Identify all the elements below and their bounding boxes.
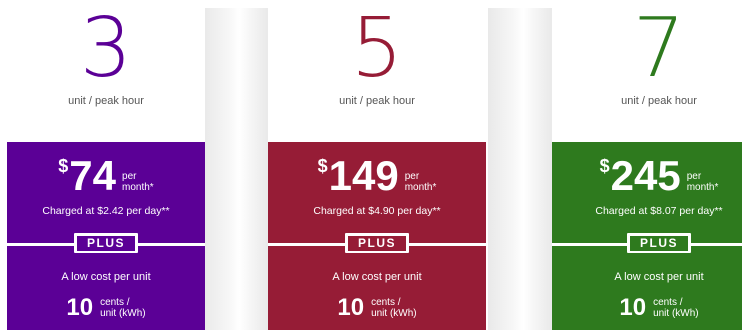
unit-rate-unit: cents / unit (kWh) [653,297,699,319]
price-period-line2: month* [686,182,719,193]
column-gap-right [488,8,552,330]
price-row: $ 245 per month* [552,154,742,198]
unit-label: unit / peak hour [339,95,415,107]
unit-rate-row: 10 cents / unit (kWh) [7,294,205,322]
price-amount: 245 [610,152,681,199]
pricing-card-7-unit: 7 unit / peak hour $ 245 per month* Char… [552,0,742,330]
low-cost-text: A low cost per unit [614,271,704,283]
daily-charge: Charged at $8.07 per day** [595,205,723,217]
unit-rate-unit-line2: unit (kWh) [371,308,417,319]
price-period-line1: per [686,171,702,182]
card-header: 3 unit / peak hour [7,0,205,142]
plus-badge-label: PLUS [77,235,135,251]
low-cost-text: A low cost per unit [61,271,151,283]
daily-charge: Charged at $2.42 per day** [42,205,170,217]
unit-rate-unit-line2: unit (kWh) [653,308,699,319]
card-body: $ 149 per month* Charged at $4.90 per da… [268,142,486,330]
unit-rate-unit-line1: cents / [100,297,130,308]
unit-rate-value: 10 [337,294,365,321]
unit-rate-unit: cents / unit (kWh) [100,297,146,319]
plus-badge-label: PLUS [630,235,688,251]
currency-symbol: $ [58,156,69,176]
card-header: 5 unit / peak hour [268,0,486,142]
plus-badge: PLUS [74,233,138,253]
card-body: $ 245 per month* Charged at $8.07 per da… [552,142,742,330]
card-header: 7 unit / peak hour [552,0,742,142]
unit-count: 7 [632,1,686,96]
price-period: per month* [122,171,154,193]
price-row: $ 149 per month* [268,154,486,198]
unit-label: unit / peak hour [68,95,144,107]
unit-rate-unit-line1: cents / [653,297,683,308]
unit-rate-row: 10 cents / unit (kWh) [268,294,486,322]
column-gap-left [204,8,268,330]
unit-count: 3 [79,1,133,96]
unit-rate-unit: cents / unit (kWh) [371,297,417,319]
price-row: $ 74 per month* [7,154,205,198]
price-period-line1: per [404,171,420,182]
card-body: $ 74 per month* Charged at $2.42 per day… [7,142,205,330]
price-amount: 74 [69,152,117,199]
price-period-line1: per [122,171,137,182]
plus-badge: PLUS [345,233,409,253]
unit-rate-value: 10 [66,294,94,321]
unit-rate-unit-line2: unit (kWh) [100,308,146,319]
price-period: per month* [405,171,437,193]
price-period-line2: month* [122,182,154,193]
price-period: per month* [687,171,719,193]
currency-symbol: $ [317,156,328,176]
plus-badge: PLUS [627,233,691,253]
unit-rate-unit-line1: cents / [371,297,401,308]
unit-rate-row: 10 cents / unit (kWh) [552,294,742,322]
pricing-card-5-unit: 5 unit / peak hour $ 149 per month* Char… [268,0,486,330]
price-amount: 149 [328,152,399,199]
unit-count: 5 [350,1,404,96]
pricing-card-3-unit: 3 unit / peak hour $ 74 per month* Charg… [7,0,205,330]
daily-charge: Charged at $4.90 per day** [313,205,441,217]
low-cost-text: A low cost per unit [332,271,422,283]
unit-label: unit / peak hour [621,95,697,107]
plus-badge-label: PLUS [348,235,406,251]
price-period-line2: month* [404,182,437,193]
unit-rate-value: 10 [619,294,647,321]
currency-symbol: $ [599,156,610,176]
